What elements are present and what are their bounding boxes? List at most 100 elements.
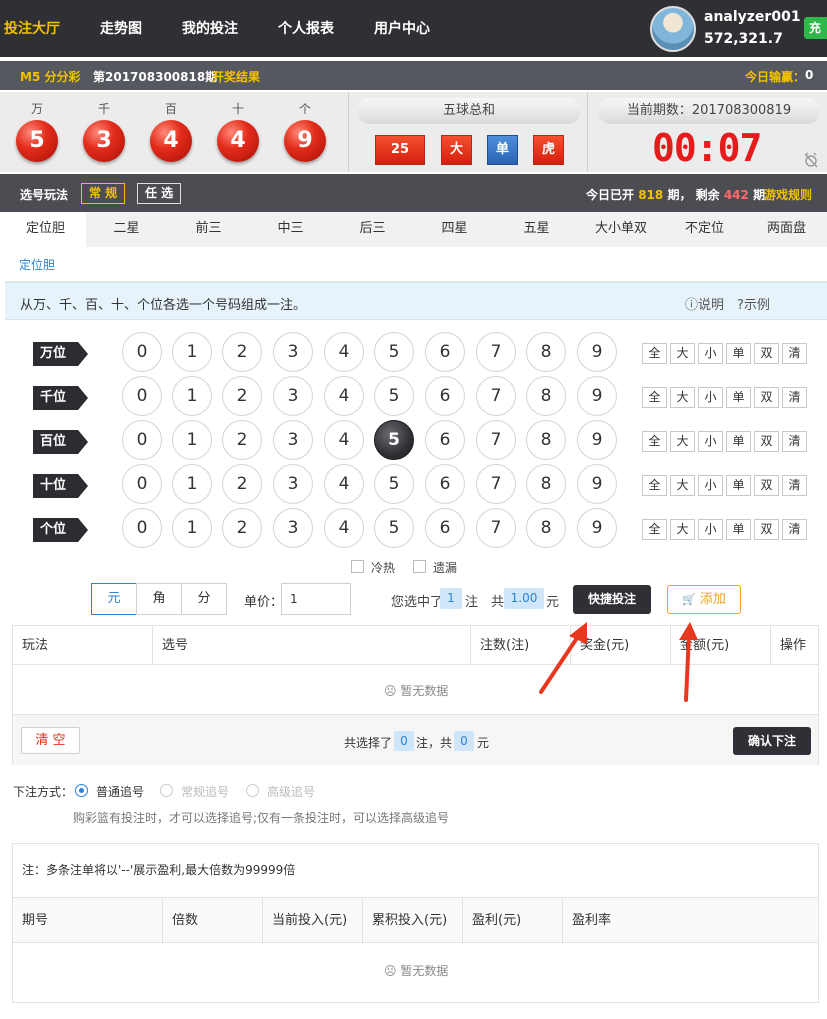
mode-normal-button[interactable]: 常 规 [81,183,126,204]
radio-normal-chase[interactable] [75,784,88,797]
quick-select-button[interactable]: 单 [726,343,751,364]
quick-select-button[interactable]: 双 [754,475,779,496]
quick-select-button[interactable]: 双 [754,431,779,452]
quick-select-button[interactable]: 单 [726,519,751,540]
number-ball[interactable]: 0 [122,332,162,372]
number-ball[interactable]: 6 [425,376,465,416]
number-ball[interactable]: 2 [222,420,262,460]
tab-position[interactable]: 定位胆 [5,212,86,247]
tab-unfixed-position[interactable]: 不定位 [664,212,745,247]
number-ball[interactable]: 1 [172,332,212,372]
number-ball[interactable]: 3 [273,464,313,504]
tab-four-star[interactable]: 四星 [414,212,495,247]
number-ball[interactable]: 4 [324,464,364,504]
number-ball[interactable]: 4 [324,332,364,372]
number-ball[interactable]: 5 [374,332,414,372]
tab-front-three[interactable]: 前三 [168,212,249,247]
quick-select-button[interactable]: 双 [754,519,779,540]
recharge-button[interactable]: 充 [804,17,827,39]
number-ball[interactable]: 1 [172,508,212,548]
quick-select-button[interactable]: 清 [782,519,807,540]
quick-select-button[interactable]: 大 [670,519,695,540]
number-ball[interactable]: 5 [374,508,414,548]
number-ball[interactable]: 9 [577,508,617,548]
quick-select-button[interactable]: 清 [782,431,807,452]
quick-bet-button[interactable]: 快捷投注 [573,585,651,614]
number-ball[interactable]: 1 [172,376,212,416]
number-ball[interactable]: 0 [122,420,162,460]
quick-select-button[interactable]: 全 [642,343,667,364]
nav-user-center[interactable]: 用户中心 [374,18,430,38]
quick-select-button[interactable]: 全 [642,519,667,540]
number-ball[interactable]: 5 [374,464,414,504]
number-ball[interactable]: 2 [222,508,262,548]
number-ball[interactable]: 6 [425,420,465,460]
missing-checkbox[interactable] [413,560,426,573]
quick-select-button[interactable]: 清 [782,343,807,364]
add-to-cart-button[interactable]: 🛒 添加 [667,585,741,614]
subtab-position[interactable]: 定位胆 [19,256,55,273]
tab-two-star[interactable]: 二星 [86,212,167,247]
quick-select-button[interactable]: 单 [726,387,751,408]
radio-advanced-chase[interactable] [246,784,259,797]
number-ball[interactable]: 1 [172,420,212,460]
number-ball[interactable]: 0 [122,376,162,416]
number-ball[interactable]: 9 [577,332,617,372]
quick-select-button[interactable]: 小 [698,475,723,496]
unit-yuan-button[interactable]: 元 [91,583,137,615]
number-ball[interactable]: 2 [222,464,262,504]
quick-select-button[interactable]: 大 [670,387,695,408]
number-ball[interactable]: 0 [122,464,162,504]
number-ball[interactable]: 2 [222,332,262,372]
number-ball[interactable]: 8 [526,508,566,548]
tab-two-sides[interactable]: 两面盘 [746,212,827,247]
radio-regular-chase[interactable] [160,784,173,797]
draw-results-link[interactable]: 开奖结果 [212,68,260,85]
confirm-bet-button[interactable]: 确认下注 [733,727,811,755]
avatar[interactable] [650,6,696,52]
number-ball[interactable]: 2 [222,376,262,416]
hot-cold-checkbox[interactable] [351,560,364,573]
number-ball[interactable]: 8 [526,420,566,460]
nav-trend-chart[interactable]: 走势图 [100,18,142,38]
number-ball[interactable]: 4 [324,508,364,548]
number-ball[interactable]: 3 [273,508,313,548]
quick-select-button[interactable]: 清 [782,475,807,496]
number-ball[interactable]: 5 [374,420,414,460]
number-ball[interactable]: 8 [526,464,566,504]
nav-betting-hall[interactable]: 投注大厅 [4,18,60,38]
quick-select-button[interactable]: 小 [698,431,723,452]
number-ball[interactable]: 7 [476,420,516,460]
quick-select-button[interactable]: 清 [782,387,807,408]
number-ball[interactable]: 6 [425,508,465,548]
number-ball[interactable]: 4 [324,420,364,460]
unit-price-input[interactable]: 1 [281,583,351,615]
nav-personal-report[interactable]: 个人报表 [278,18,334,38]
number-ball[interactable]: 9 [577,464,617,504]
tab-five-star[interactable]: 五星 [496,212,577,247]
number-ball[interactable]: 8 [526,376,566,416]
quick-select-button[interactable]: 全 [642,431,667,452]
quick-select-button[interactable]: 大 [670,343,695,364]
unit-jiao-button[interactable]: 角 [136,583,182,615]
number-ball[interactable]: 5 [374,376,414,416]
quick-select-button[interactable]: 单 [726,431,751,452]
quick-select-button[interactable]: 单 [726,475,751,496]
nav-my-bets[interactable]: 我的投注 [182,18,238,38]
quick-select-button[interactable]: 小 [698,343,723,364]
number-ball[interactable]: 3 [273,376,313,416]
number-ball[interactable]: 6 [425,332,465,372]
quick-select-button[interactable]: 大 [670,431,695,452]
number-ball[interactable]: 1 [172,464,212,504]
number-ball[interactable]: 7 [476,332,516,372]
quick-select-button[interactable]: 双 [754,387,779,408]
sound-off-icon[interactable] [803,152,819,168]
quick-select-button[interactable]: 大 [670,475,695,496]
quick-select-button[interactable]: 双 [754,343,779,364]
quick-select-button[interactable]: 全 [642,475,667,496]
number-ball[interactable]: 9 [577,376,617,416]
number-ball[interactable]: 3 [273,420,313,460]
number-ball[interactable]: 7 [476,376,516,416]
tab-back-three[interactable]: 后三 [332,212,413,247]
number-ball[interactable]: 7 [476,464,516,504]
